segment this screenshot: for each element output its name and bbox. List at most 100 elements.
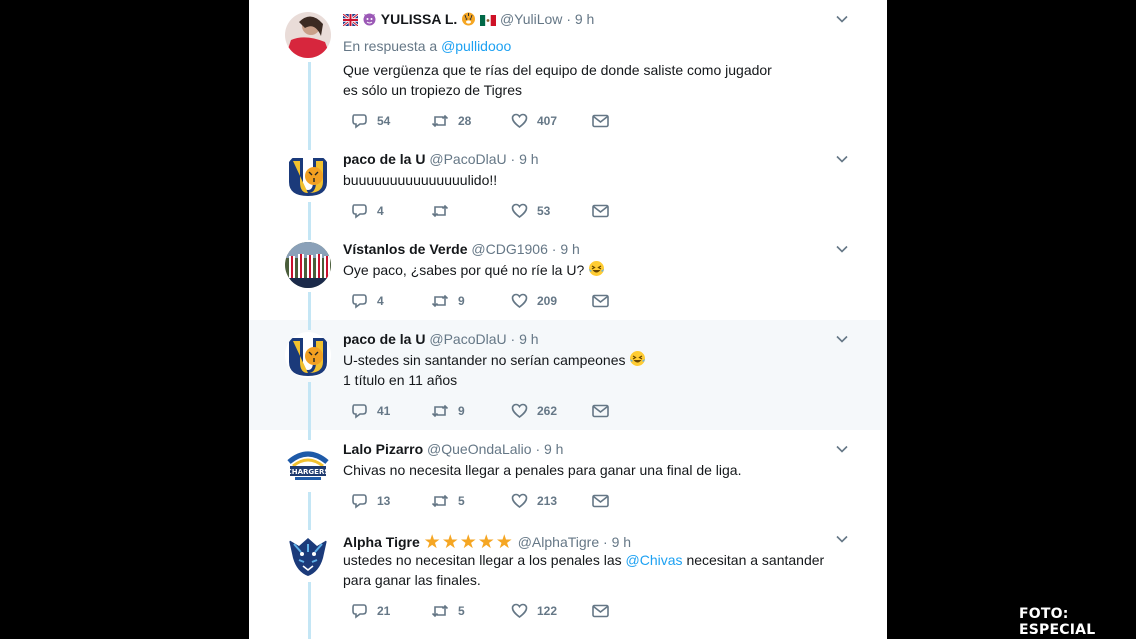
- tweet-actions: 13 5 213: [343, 492, 643, 510]
- chevron-down-icon[interactable]: [835, 242, 849, 256]
- timestamp[interactable]: 9 h: [575, 11, 594, 27]
- twitter-thread-panel: YULISSA L. @YuliLow · 9 h En respuesta a…: [249, 0, 887, 639]
- tweet[interactable]: Alpha Tigre ★★★★★ @AlphaTigre · 9 h uste…: [249, 520, 887, 639]
- display-name[interactable]: Alpha Tigre: [343, 534, 420, 550]
- display-name[interactable]: Lalo Pizarro: [343, 441, 423, 457]
- svg-text:CHARGERS: CHARGERS: [287, 468, 330, 476]
- like-button[interactable]: 209: [511, 292, 557, 310]
- devil-face-icon: [362, 11, 377, 27]
- tweet-actions: 4 53: [343, 202, 643, 220]
- reply-button[interactable]: 54: [351, 112, 390, 130]
- reply-context: En respuesta a @pullidooo: [343, 38, 512, 54]
- tweet[interactable]: Vístanlos de Verde @CDG1906 · 9 h Oye pa…: [249, 230, 887, 320]
- chevron-down-icon[interactable]: [835, 442, 849, 456]
- avatar[interactable]: [285, 12, 331, 58]
- retweet-button[interactable]: 5: [431, 492, 465, 510]
- dm-button[interactable]: [592, 292, 609, 310]
- user-handle[interactable]: @CDG1906: [471, 241, 547, 257]
- like-button[interactable]: 213: [511, 492, 557, 510]
- timestamp[interactable]: 9 h: [519, 151, 538, 167]
- tweet-actions: 4 9 209: [343, 292, 643, 310]
- tweet-header: paco de la U @PacoDlaU · 9 h: [343, 151, 539, 167]
- reply-button[interactable]: 4: [351, 292, 384, 310]
- thread-line: [308, 140, 311, 150]
- retweet-button[interactable]: 9: [431, 292, 465, 310]
- user-handle[interactable]: @QueOndaLalio: [427, 441, 532, 457]
- retweet-icon: [431, 294, 449, 308]
- timestamp[interactable]: 9 h: [519, 331, 538, 347]
- reply-button[interactable]: 13: [351, 492, 390, 510]
- like-button[interactable]: 122: [511, 602, 557, 620]
- thread-line: [308, 382, 311, 430]
- user-handle[interactable]: @PacoDlaU: [429, 331, 506, 347]
- tweet-header: YULISSA L. @YuliLow · 9 h: [343, 11, 594, 27]
- user-handle[interactable]: @YuliLow: [500, 11, 562, 27]
- envelope-icon: [592, 114, 609, 128]
- chevron-down-icon[interactable]: [835, 332, 849, 346]
- reply-icon: [352, 294, 367, 309]
- avatar[interactable]: CHARGERS: [285, 442, 331, 488]
- user-handle[interactable]: @PacoDlaU: [429, 151, 506, 167]
- thread-line: [308, 320, 311, 330]
- mention-link[interactable]: @Chivas: [626, 552, 683, 568]
- retweet-icon: [431, 604, 449, 618]
- retweet-button[interactable]: [431, 202, 458, 220]
- chevron-down-icon[interactable]: [835, 12, 849, 26]
- like-button[interactable]: 407: [511, 112, 557, 130]
- envelope-icon: [592, 404, 609, 418]
- tweet[interactable]: paco de la U @PacoDlaU · 9 h buuuuuuuuuu…: [249, 140, 887, 230]
- retweet-button[interactable]: 28: [431, 112, 471, 130]
- dm-button[interactable]: [592, 602, 609, 620]
- dm-button[interactable]: [592, 402, 609, 420]
- reply-to-link[interactable]: @pullidooo: [441, 38, 511, 54]
- thread-line: [308, 230, 311, 240]
- dm-button[interactable]: [592, 202, 609, 220]
- heart-icon: [511, 293, 528, 309]
- tweet-text: ustedes no necesitan llegar a los penale…: [343, 552, 825, 588]
- heart-icon: [511, 403, 528, 419]
- tweet-text: U-stedes sin santander no serían campeon…: [343, 350, 646, 390]
- avatar[interactable]: [285, 532, 331, 578]
- reply-icon: [352, 494, 367, 509]
- tweet-actions: 54 28 407: [343, 112, 643, 130]
- heart-icon: [511, 113, 528, 129]
- heart-icon: [511, 603, 528, 619]
- dm-button[interactable]: [592, 112, 609, 130]
- timestamp[interactable]: 9 h: [544, 441, 563, 457]
- retweet-button[interactable]: 5: [431, 602, 465, 620]
- chevron-down-icon[interactable]: [835, 532, 849, 546]
- envelope-icon: [592, 604, 609, 618]
- display-name[interactable]: YULISSA L.: [381, 11, 458, 27]
- reply-button[interactable]: 41: [351, 402, 390, 420]
- avatar[interactable]: [285, 332, 331, 378]
- reply-button[interactable]: 4: [351, 202, 384, 220]
- uk-flag-icon: [343, 11, 358, 27]
- display-name[interactable]: paco de la U: [343, 331, 425, 347]
- tweet-header: Lalo Pizarro @QueOndaLalio · 9 h: [343, 441, 564, 457]
- user-handle[interactable]: @AlphaTigre: [518, 534, 599, 550]
- photo-credit: FOTO: ESPECIAL: [1019, 606, 1096, 638]
- retweet-icon: [431, 114, 449, 128]
- envelope-icon: [592, 294, 609, 308]
- avatar[interactable]: [285, 242, 331, 288]
- reply-button[interactable]: 21: [351, 602, 390, 620]
- tweet[interactable]: CHARGERS Lalo Pizarro @QueOndaLalio · 9 …: [249, 430, 887, 520]
- avatar[interactable]: [285, 152, 331, 198]
- display-name[interactable]: paco de la U: [343, 151, 425, 167]
- like-button[interactable]: 262: [511, 402, 557, 420]
- timestamp[interactable]: 9 h: [612, 534, 631, 550]
- thread-line: [308, 202, 311, 230]
- timestamp[interactable]: 9 h: [560, 241, 579, 257]
- dm-button[interactable]: [592, 492, 609, 510]
- retweet-icon: [431, 204, 449, 218]
- like-button[interactable]: 53: [511, 202, 550, 220]
- tweet-highlighted[interactable]: paco de la U @PacoDlaU · 9 h U-stedes si…: [249, 320, 887, 430]
- heart-icon: [511, 493, 528, 509]
- chevron-down-icon[interactable]: [835, 152, 849, 166]
- thread-line: [308, 520, 311, 530]
- tweet[interactable]: YULISSA L. @YuliLow · 9 h En respuesta a…: [249, 0, 887, 140]
- reply-icon: [352, 604, 367, 619]
- heart-icon: [511, 203, 528, 219]
- display-name[interactable]: Vístanlos de Verde: [343, 241, 468, 257]
- retweet-button[interactable]: 9: [431, 402, 465, 420]
